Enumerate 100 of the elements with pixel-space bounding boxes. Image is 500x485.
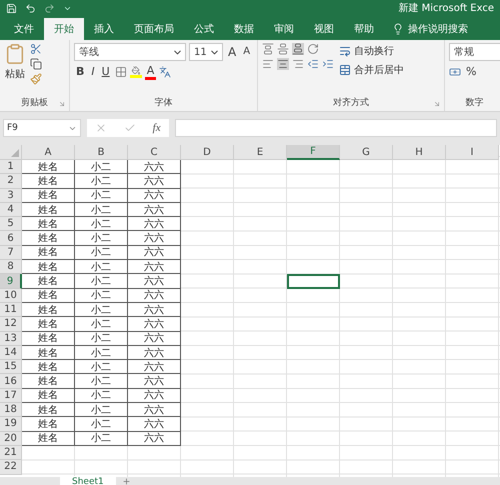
row-header[interactable]: 17 [0, 388, 22, 404]
name-box[interactable]: F9 [3, 119, 81, 137]
table-cell: 六六 [128, 260, 181, 274]
cut-icon[interactable] [30, 43, 42, 55]
insert-function-button[interactable]: fx [152, 122, 161, 134]
ribbon-tab[interactable]: 视图 [304, 18, 344, 40]
row-header[interactable]: 13 [0, 332, 22, 346]
table-cell: 小二 [75, 346, 128, 360]
currency-icon[interactable] [449, 66, 461, 78]
row-header[interactable]: 15 [0, 360, 22, 374]
merge-center-button[interactable]: 合并后居中 [338, 62, 405, 78]
column-header[interactable]: B [75, 145, 128, 160]
dialog-launcher-icon[interactable] [433, 100, 441, 108]
table-cell: 六六 [128, 432, 181, 446]
bold-button[interactable]: B [74, 64, 86, 80]
group-label: 字体 [154, 96, 172, 110]
align-right-icon[interactable] [292, 58, 304, 70]
column-header[interactable]: H [393, 145, 446, 160]
middle-align-icon[interactable] [277, 43, 289, 55]
row-header[interactable]: 6 [0, 231, 22, 246]
row-header[interactable]: 14 [0, 346, 22, 360]
orientation-icon[interactable] [307, 43, 319, 55]
table-cell: 姓名 [22, 274, 75, 289]
column-header[interactable]: A [22, 145, 75, 160]
phonetic-icon[interactable] [159, 66, 172, 78]
row-header[interactable]: 5 [0, 217, 22, 232]
redo-icon[interactable] [44, 2, 55, 14]
underline-button[interactable]: U [100, 64, 112, 80]
row-header[interactable]: 20 [0, 432, 22, 446]
table-cell: 姓名 [22, 288, 75, 303]
row-header[interactable]: 22 [0, 460, 22, 475]
ribbon-tab[interactable]: 审阅 [264, 18, 304, 40]
bottom-align-icon[interactable] [292, 43, 304, 55]
row-header[interactable]: 9 [0, 274, 22, 289]
save-icon[interactable] [6, 2, 17, 14]
column-header[interactable]: I [446, 145, 499, 160]
ribbon-tab[interactable]: 插入 [84, 18, 124, 40]
align-left-icon[interactable] [262, 58, 274, 70]
font-name-field[interactable]: 等线 [74, 43, 186, 61]
row-header[interactable]: 11 [0, 302, 22, 318]
row-header[interactable]: 8 [0, 260, 22, 274]
table-cell: 六六 [128, 246, 181, 260]
table-cell: 六六 [128, 231, 181, 246]
fill-color-icon[interactable] [130, 66, 142, 78]
number-format-field[interactable]: 常规 [449, 43, 500, 61]
ribbon-tab[interactable]: 数据 [224, 18, 264, 40]
top-align-icon[interactable] [262, 43, 274, 55]
tell-me-search[interactable]: 操作说明搜索 [408, 22, 468, 36]
column-header[interactable]: F [287, 145, 340, 160]
ribbon-tab[interactable]: 文件 [4, 18, 44, 40]
grow-font-button[interactable]: A [226, 44, 238, 60]
row-header[interactable]: 1 [0, 160, 22, 174]
table-cell: 姓名 [22, 174, 75, 189]
ribbon-tab[interactable]: 帮助 [344, 18, 384, 40]
cancel-icon[interactable] [95, 122, 108, 134]
dialog-launcher-icon[interactable] [58, 100, 66, 108]
row-header[interactable]: 7 [0, 246, 22, 260]
row-header[interactable]: 2 [0, 174, 22, 189]
ribbon-tab[interactable]: 页面布局 [124, 18, 184, 40]
shrink-font-button[interactable]: A [241, 44, 252, 60]
add-sheet-icon[interactable] [122, 477, 131, 485]
row-header[interactable]: 4 [0, 202, 22, 218]
undo-icon[interactable] [25, 2, 36, 14]
indent-increase-icon[interactable] [322, 58, 334, 70]
indent-decrease-icon[interactable] [307, 58, 319, 70]
column-header[interactable]: G [340, 145, 393, 160]
table-cell: 姓名 [22, 432, 75, 446]
column-header[interactable]: D [181, 145, 234, 160]
row-header[interactable]: 10 [0, 288, 22, 303]
row-header[interactable]: 19 [0, 417, 22, 432]
ribbon-tab[interactable]: 开始 [44, 18, 84, 40]
border-icon[interactable] [114, 66, 127, 78]
ribbon-tab[interactable]: 公式 [184, 18, 224, 40]
row-header[interactable]: 18 [0, 403, 22, 418]
row-header[interactable]: 16 [0, 374, 22, 389]
row-header[interactable]: 3 [0, 188, 22, 203]
formula-input[interactable] [175, 119, 497, 137]
lightbulb-icon[interactable] [392, 23, 404, 35]
table-cell: 六六 [128, 302, 181, 318]
table-cell: 小二 [75, 317, 128, 332]
font-color-button[interactable]: A [144, 64, 156, 80]
align-center-icon[interactable] [277, 58, 289, 70]
table-cell: 姓名 [22, 332, 75, 346]
sheet-tab[interactable]: Sheet1 [60, 476, 116, 485]
font-size-field[interactable]: 11 [189, 43, 223, 61]
copy-icon[interactable] [30, 58, 42, 70]
percent-button[interactable]: % [464, 64, 478, 80]
table-cell: 姓名 [22, 374, 75, 389]
paste-button[interactable]: 粘贴 [4, 43, 26, 95]
column-header[interactable]: C [128, 145, 181, 160]
italic-button[interactable]: I [89, 64, 97, 80]
table-cell: 小二 [75, 302, 128, 318]
row-header[interactable]: 21 [0, 446, 22, 460]
column-header[interactable]: E [234, 145, 287, 160]
row-header[interactable]: 12 [0, 317, 22, 332]
enter-icon[interactable] [124, 122, 136, 134]
table-cell: 小二 [75, 374, 128, 389]
table-cell: 姓名 [22, 417, 75, 432]
wrap-text-button[interactable]: 自动换行 [338, 43, 395, 59]
clipboard-icon [4, 43, 26, 65]
